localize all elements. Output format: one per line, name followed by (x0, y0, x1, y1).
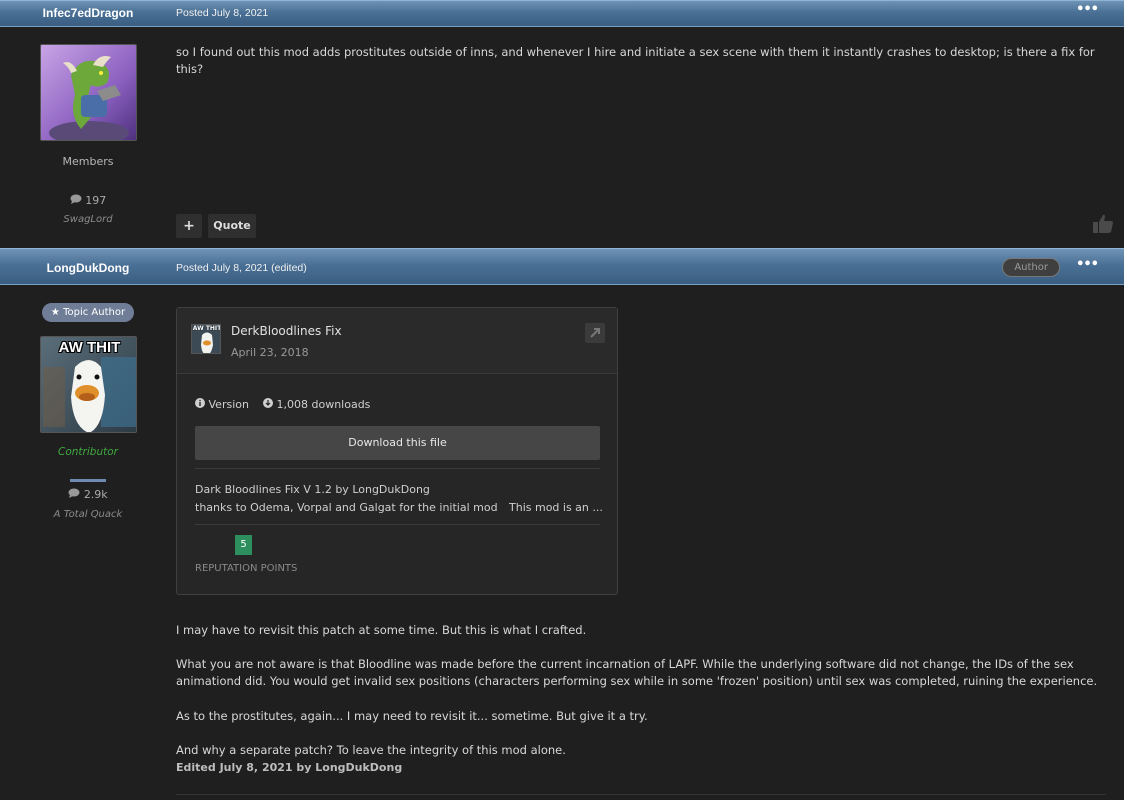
avatar[interactable]: AW THIT (40, 336, 137, 433)
post-header: Infec7edDragon Posted July 8, 2021 ••• (0, 0, 1124, 27)
post-paragraph: And why a separate patch? To leave the i… (176, 743, 566, 757)
comment-icon (68, 488, 84, 501)
avatar-caption: AW THIT (58, 339, 121, 356)
post-longdukdong: LongDukDong Posted July 8, 2021 (edited)… (0, 248, 1124, 800)
post-paragraph: What you are not aware is that Bloodline… (176, 657, 1098, 688)
file-thumbnail-caption: AW THIT (192, 325, 221, 332)
user-group: Contributor (58, 446, 118, 458)
download-icon (263, 398, 277, 411)
file-version: Version (195, 398, 249, 411)
user-title: A Total Quack (53, 509, 123, 520)
more-options-icon[interactable]: ••• (1076, 257, 1099, 272)
version-label: Version (208, 398, 249, 411)
comment-icon (70, 194, 86, 207)
file-date: April 23, 2018 (231, 346, 309, 359)
post-paragraph: I may have to revisit this patch at some… (176, 623, 587, 637)
open-external-icon[interactable] (585, 323, 605, 343)
file-description-line2: thanks to Odema, Vorpal and Galgat for t… (195, 501, 498, 514)
more-options-icon[interactable]: ••• (1076, 2, 1099, 17)
topic-author-label: Topic Author (63, 307, 126, 318)
author-badge: Author (1002, 258, 1060, 277)
reputation-plus-button[interactable]: + (176, 214, 202, 238)
file-thumbnail[interactable]: AW THIT (191, 324, 221, 354)
post-count: 2.9k (0, 488, 176, 501)
user-group: Members (62, 155, 114, 168)
author-name[interactable]: LongDukDong (0, 261, 176, 275)
post-content: so I found out this mod adds prostitutes… (176, 45, 1095, 76)
user-title: SwagLord (63, 214, 113, 225)
post-count: 197 (0, 194, 176, 207)
rank-bar (70, 479, 106, 482)
reputation-count: 5 (235, 535, 252, 555)
edited-note: Edited July 8, 2021 by LongDukDong (176, 761, 403, 774)
thumbs-up-icon[interactable] (1092, 214, 1114, 237)
divider (195, 468, 600, 469)
info-icon (195, 398, 209, 411)
divider (195, 524, 600, 525)
file-description-line1: Dark Bloodlines Fix V 1.2 by LongDukDong (195, 483, 430, 496)
file-description-truncated: This mod is an ... (509, 501, 603, 514)
divider (176, 794, 1106, 795)
post-infec7eddragon: Infec7edDragon Posted July 8, 2021 ••• M… (0, 0, 1124, 246)
topic-author-badge: ★ Topic Author (42, 303, 134, 322)
posted-date[interactable]: Posted July 8, 2021 (edited) (176, 262, 307, 274)
post-paragraph: As to the prostitutes, again... I may ne… (176, 709, 648, 723)
downloads-count: 1,008 downloads (276, 398, 371, 411)
reputation-label: REPUTATION POINTS (195, 563, 298, 574)
post-count-value: 197 (85, 194, 107, 207)
quote-button[interactable]: Quote (208, 214, 256, 238)
download-file-button[interactable]: Download this file (195, 426, 600, 460)
file-card-header: AW THIT DerkBloodlines Fix April 23, 201… (177, 308, 617, 374)
posted-date[interactable]: Posted July 8, 2021 (176, 7, 268, 19)
file-title[interactable]: DerkBloodlines Fix (231, 324, 342, 338)
author-name[interactable]: Infec7edDragon (0, 6, 176, 20)
file-downloads: 1,008 downloads (263, 398, 370, 411)
file-embed-card: AW THIT DerkBloodlines Fix April 23, 201… (176, 307, 618, 595)
post-count-value: 2.9k (83, 488, 108, 501)
post-header: LongDukDong Posted July 8, 2021 (edited)… (0, 248, 1124, 285)
avatar[interactable] (40, 44, 137, 141)
star-icon: ★ (50, 307, 60, 318)
